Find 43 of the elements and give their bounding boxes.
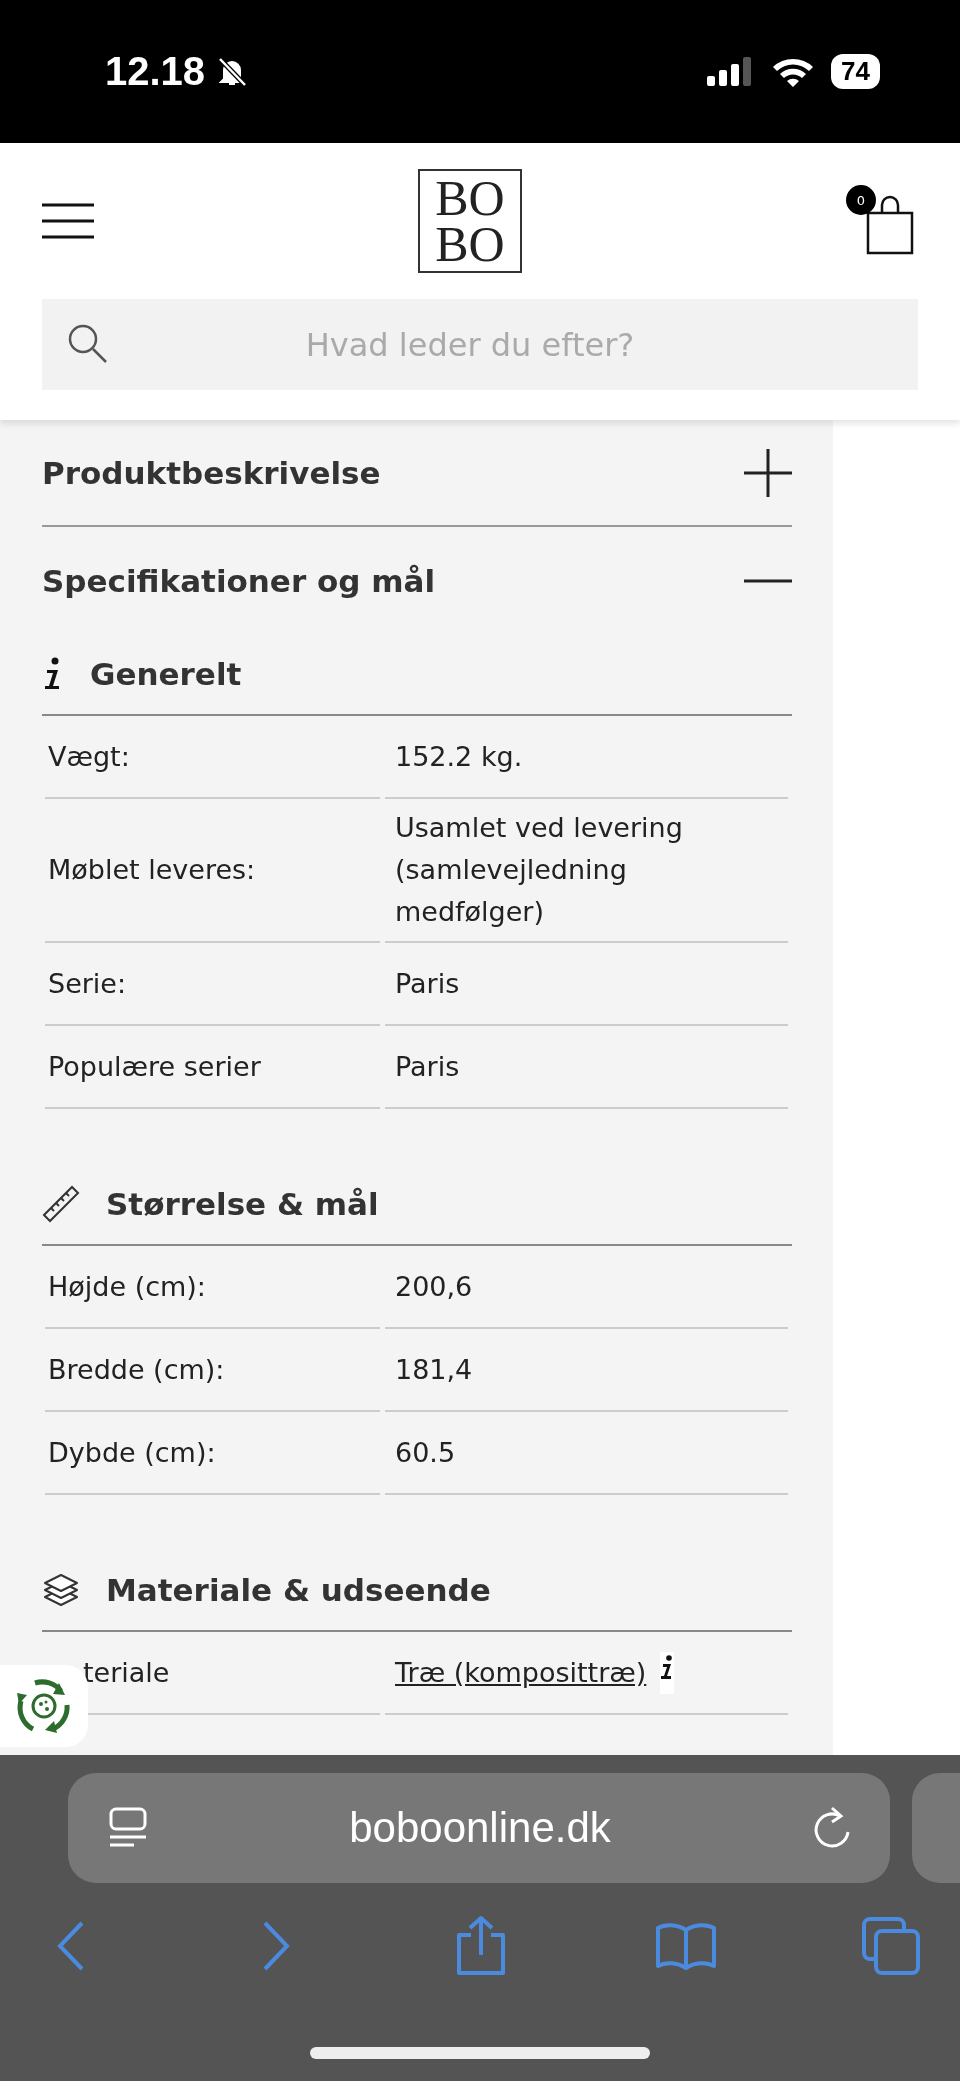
back-icon[interactable] bbox=[56, 1920, 85, 1972]
spec-value: 181,4 bbox=[395, 1352, 473, 1387]
share-icon[interactable] bbox=[454, 1915, 507, 1977]
logo[interactable]: BO BO bbox=[418, 169, 522, 273]
spec-label: Bredde (cm): bbox=[48, 1352, 225, 1387]
minus-icon bbox=[744, 578, 792, 583]
spec-label: Populære serier bbox=[48, 1049, 261, 1084]
shopping-bag-icon bbox=[866, 193, 914, 255]
cart-count: 0 bbox=[846, 185, 876, 215]
layers-icon bbox=[42, 1571, 80, 1609]
cart-button[interactable]: 0 bbox=[846, 185, 918, 257]
menu-icon[interactable] bbox=[42, 203, 94, 239]
reload-icon[interactable] bbox=[812, 1806, 852, 1850]
spec-label: Dybde (cm): bbox=[48, 1435, 216, 1470]
tabs-icon[interactable] bbox=[861, 1917, 920, 1975]
accordion-header[interactable]: Specifikationer og mål bbox=[42, 527, 792, 634]
spec-value: 152.2 kg. bbox=[395, 739, 523, 774]
info-icon[interactable] bbox=[660, 1651, 675, 1694]
reader-icon bbox=[108, 1807, 148, 1849]
section-title: Generelt bbox=[90, 656, 242, 692]
spec-label: teriale bbox=[83, 1655, 170, 1690]
ruler-icon bbox=[42, 1185, 80, 1223]
spec-value: Usamlet ved levering (samlevejledning medfølger) bbox=[395, 811, 684, 929]
search-icon bbox=[67, 323, 109, 365]
address-bar[interactable]: boboonline.dk bbox=[68, 1773, 890, 1883]
clock-time: 12.18 bbox=[105, 49, 206, 94]
search-field[interactable]: Hvad leder du efter? bbox=[42, 299, 918, 390]
spec-label: Vægt: bbox=[48, 739, 130, 774]
spec-label: Serie: bbox=[48, 966, 127, 1001]
book-icon[interactable] bbox=[654, 1922, 717, 1970]
spec-value: Paris bbox=[395, 1049, 460, 1084]
section-title: Materiale & udseende bbox=[106, 1572, 491, 1608]
accordion-header[interactable]: Produktbeskrivelse bbox=[42, 420, 792, 527]
forward-icon[interactable] bbox=[261, 1920, 290, 1972]
spec-link[interactable]: Træ (komposittræ) bbox=[395, 1651, 647, 1694]
battery-level: 74 bbox=[831, 54, 880, 89]
spec-value: 200,6 bbox=[395, 1269, 473, 1304]
section-title: Størrelse & mål bbox=[106, 1186, 379, 1222]
plus-icon bbox=[744, 448, 792, 497]
spec-value: Paris bbox=[395, 966, 460, 1001]
spec-label: Møblet leveres: bbox=[48, 853, 256, 887]
spec-value: 60.5 bbox=[395, 1435, 456, 1470]
spec-label: Højde (cm): bbox=[48, 1269, 206, 1304]
